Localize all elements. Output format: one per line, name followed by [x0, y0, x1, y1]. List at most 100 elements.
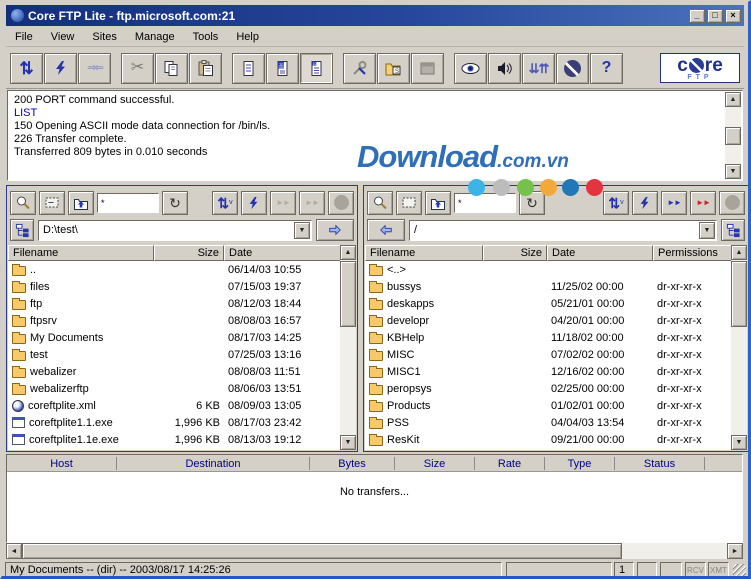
remote-tree-button[interactable]	[721, 219, 745, 241]
menu-view[interactable]: View	[42, 29, 84, 45]
local-connect-button[interactable]	[241, 190, 267, 215]
file-row[interactable]: ftpsrv 08/08/03 16:57	[8, 312, 356, 329]
remote-back-button[interactable]	[367, 219, 405, 241]
local-list-scrollbar[interactable]: ▲ ▼	[340, 245, 356, 450]
local-transfer-button[interactable]: ⇅ v	[212, 190, 238, 215]
file-row[interactable]: MISC 07/02/02 00:00 dr-xr-xr-x	[365, 346, 747, 363]
remote-upload-button[interactable]: ►►	[661, 190, 687, 215]
queue-column-bytes[interactable]: Bytes	[310, 457, 395, 470]
maximize-button[interactable]: □	[707, 8, 723, 23]
remote-filter-input[interactable]	[454, 192, 516, 213]
file-row[interactable]: bussys 11/25/02 00:00 dr-xr-xr-x	[365, 278, 747, 295]
queue-column-type[interactable]: Type	[545, 457, 615, 470]
log-scrollbar[interactable]: ▲ ▼	[725, 92, 741, 179]
auto-mode-button[interactable]: 10	[300, 52, 333, 84]
local-stop-button[interactable]	[328, 190, 354, 215]
file-row[interactable]: MISC1 12/16/02 00:00 dr-xr-xr-x	[365, 363, 747, 380]
copy-button[interactable]	[155, 52, 188, 84]
local-refresh-button[interactable]: ↻	[162, 190, 188, 215]
remote-transfer-button[interactable]: ⇅ v	[603, 190, 629, 215]
local-search-button[interactable]	[10, 190, 36, 215]
remote-folder-up-button[interactable]	[425, 190, 451, 215]
remote-search-button[interactable]	[367, 190, 393, 215]
scroll-up-icon[interactable]: ▲	[731, 245, 747, 260]
file-row[interactable]: coreftplite1.1.exe 1,996 KB 08/17/03 23:42	[8, 414, 356, 431]
transfer-window-button[interactable]	[411, 52, 444, 84]
file-row[interactable]: test 07/25/03 13:16	[8, 346, 356, 363]
file-row[interactable]: ftp 08/12/03 18:44	[8, 295, 356, 312]
close-button[interactable]: ×	[725, 8, 741, 23]
remote-stop-button[interactable]	[719, 190, 745, 215]
combo-dropdown-icon[interactable]: ▼	[699, 221, 715, 239]
file-row[interactable]: <..>	[365, 261, 747, 278]
column-header-size[interactable]: Size	[483, 245, 547, 261]
view-button[interactable]	[454, 52, 487, 84]
scroll-left-icon[interactable]: ◄	[6, 543, 22, 559]
sound-button[interactable]	[488, 52, 521, 84]
file-row[interactable]: deskapps 05/21/01 00:00 dr-xr-xr-x	[365, 295, 747, 312]
scroll-thumb[interactable]	[725, 127, 741, 145]
connect-button[interactable]	[44, 52, 77, 84]
local-upload-button[interactable]: ►►	[270, 190, 296, 215]
file-row[interactable]: peropsys 02/25/00 00:00 dr-xr-xr-x	[365, 380, 747, 397]
ascii-mode-button[interactable]	[232, 52, 265, 84]
scroll-right-icon[interactable]: ►	[727, 543, 743, 559]
options-button[interactable]	[343, 52, 376, 84]
scroll-down-icon[interactable]: ▼	[725, 164, 741, 179]
local-filter-input[interactable]	[97, 192, 159, 213]
site-manager-button[interactable]: S	[377, 52, 410, 84]
file-row[interactable]: ResKit 09/21/00 00:00 dr-xr-xr-x	[365, 431, 747, 448]
file-row[interactable]: files 07/15/03 19:37	[8, 278, 356, 295]
cut-button[interactable]: ✂	[121, 52, 154, 84]
remote-path-combo[interactable]: / ▼	[409, 219, 717, 241]
column-header-filename[interactable]: Filename	[365, 245, 483, 261]
file-row[interactable]: webalizerftp 08/06/03 13:51	[8, 380, 356, 397]
remote-connect-button[interactable]	[632, 190, 658, 215]
help-button[interactable]: ?	[590, 52, 623, 84]
menu-manage[interactable]: Manage	[126, 29, 184, 45]
scroll-thumb[interactable]	[340, 261, 356, 327]
remote-list-scrollbar[interactable]: ▲ ▼	[731, 245, 747, 450]
queue-column-status[interactable]: Status	[615, 457, 705, 470]
paste-button[interactable]	[189, 52, 222, 84]
local-go-button[interactable]	[316, 219, 354, 241]
file-row[interactable]: My Documents 08/17/03 14:25	[8, 329, 356, 346]
scroll-up-icon[interactable]: ▲	[340, 245, 356, 260]
abort-button[interactable]	[556, 52, 589, 84]
scroll-thumb[interactable]	[731, 261, 747, 327]
menu-sites[interactable]: Sites	[83, 29, 125, 45]
file-row[interactable]: developr 04/20/01 00:00 dr-xr-xr-x	[365, 312, 747, 329]
file-row[interactable]: .. 06/14/03 10:55	[8, 261, 356, 278]
scroll-down-icon[interactable]: ▼	[731, 435, 747, 450]
remote-download-button[interactable]: ►►	[690, 190, 716, 215]
queue-column-host[interactable]: Host	[7, 457, 117, 470]
local-path-combo[interactable]: D:\test\ ▼	[38, 219, 312, 241]
column-header-date[interactable]: Date	[224, 245, 356, 261]
column-header-filename[interactable]: Filename	[8, 245, 154, 261]
menu-file[interactable]: File	[6, 29, 42, 45]
local-tree-button[interactable]	[10, 219, 34, 241]
local-select-button[interactable]	[39, 190, 65, 215]
file-row[interactable]: coreftplite.xml 6 KB 08/09/03 13:05	[8, 397, 356, 414]
file-row[interactable]: KBHelp 11/18/02 00:00 dr-xr-xr-x	[365, 329, 747, 346]
remote-select-button[interactable]	[396, 190, 422, 215]
local-folder-up-button[interactable]	[68, 190, 94, 215]
menu-help[interactable]: Help	[227, 29, 268, 45]
file-row[interactable]: coreftplite1.1e.exe 1,996 KB 08/13/03 19:1…	[8, 431, 356, 448]
minimize-button[interactable]: _	[689, 8, 705, 23]
file-row[interactable]: Products 01/02/01 00:00 dr-xr-xr-x	[365, 397, 747, 414]
remote-refresh-button[interactable]: ↻	[519, 190, 545, 215]
resize-grip[interactable]	[733, 564, 746, 576]
scroll-down-icon[interactable]: ▼	[340, 435, 356, 450]
file-row[interactable]: PSS 04/04/03 13:54 dr-xr-xr-x	[365, 414, 747, 431]
local-download-button[interactable]: ►►	[299, 190, 325, 215]
queue-column-destination[interactable]: Destination	[117, 457, 310, 470]
queue-horizontal-scrollbar[interactable]: ◄ ►	[6, 543, 743, 559]
transfer-button[interactable]: ⇅	[10, 52, 43, 84]
scroll-up-icon[interactable]: ▲	[725, 92, 741, 107]
queue-column-rate[interactable]: Rate	[475, 457, 545, 470]
column-header-size[interactable]: Size	[154, 245, 224, 261]
column-header-date[interactable]: Date	[547, 245, 653, 261]
binary-mode-button[interactable]: 10 010	[266, 52, 299, 84]
combo-dropdown-icon[interactable]: ▼	[294, 221, 310, 239]
